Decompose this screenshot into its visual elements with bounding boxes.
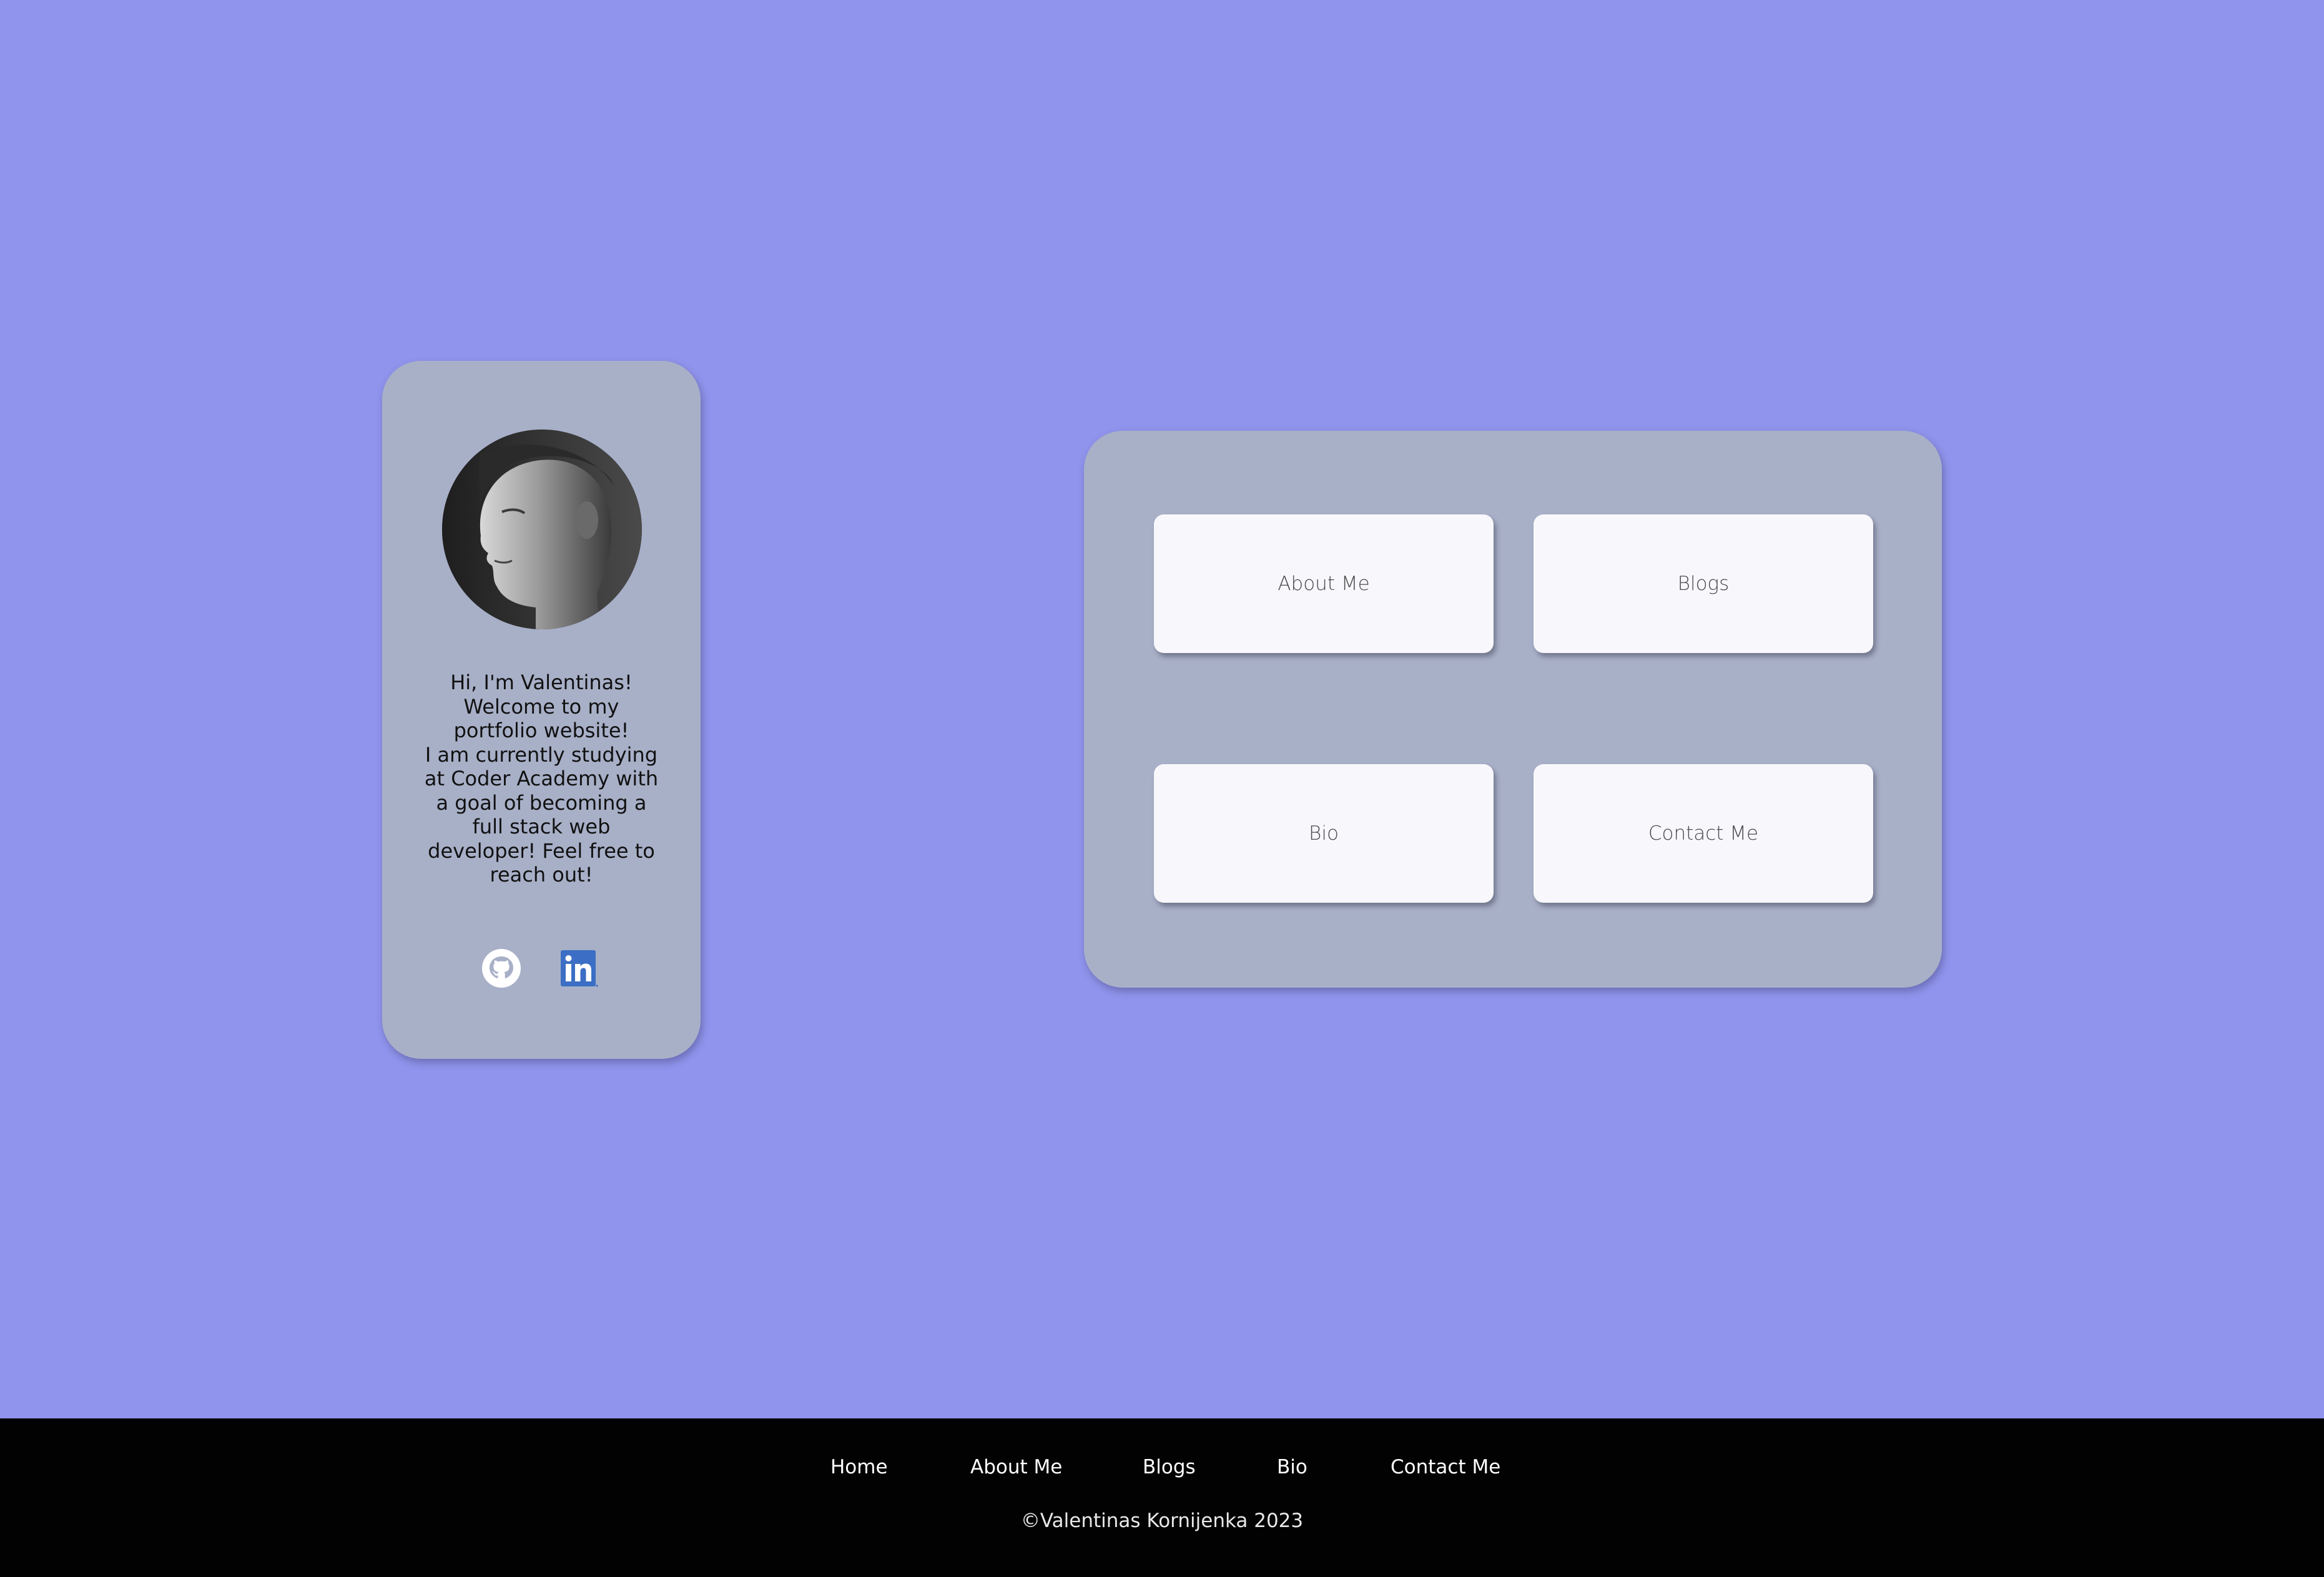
main-area: Hi, I'm Valentinas! Welcome to my portfo… <box>0 0 2324 1418</box>
about-me-card[interactable]: About Me <box>1154 514 1494 653</box>
bio-line: Welcome to my <box>463 694 619 719</box>
footer-link-blogs[interactable]: Blogs <box>1143 1456 1196 1478</box>
linkedin-icon <box>561 950 598 987</box>
bio-line: Hi, I'm Valentinas! <box>450 671 633 694</box>
footer-link-home[interactable]: Home <box>830 1456 888 1478</box>
profile-card: Hi, I'm Valentinas! Welcome to my portfo… <box>382 361 701 1059</box>
bio-line: at Coder Academy with <box>424 767 659 790</box>
profile-photo <box>442 430 642 629</box>
bio-line: I am currently studying <box>425 742 658 767</box>
social-links <box>382 941 701 991</box>
bio-line: developer! Feel free to <box>428 838 655 863</box>
footer-nav: Home About Me Blogs Bio Contact Me <box>0 1456 2324 1487</box>
github-link[interactable] <box>481 948 522 989</box>
linkedin-link[interactable] <box>558 948 599 989</box>
contact-me-card[interactable]: Contact Me <box>1534 764 1873 903</box>
avatar <box>442 430 642 629</box>
footer-link-about-me[interactable]: About Me <box>970 1456 1062 1478</box>
bio-text: Hi, I'm Valentinas! Welcome to my portfo… <box>420 671 663 887</box>
bio-card[interactable]: Bio <box>1154 764 1494 903</box>
nav-panel: About Me Blogs Bio Contact Me <box>1084 431 1942 988</box>
blogs-card[interactable]: Blogs <box>1534 514 1873 653</box>
bio-line: full stack web <box>472 815 611 838</box>
github-icon <box>482 949 521 988</box>
footer-link-contact-me[interactable]: Contact Me <box>1391 1456 1500 1478</box>
copyright: ©Valentinas Kornijenka 2023 <box>1020 1510 1304 1532</box>
footer: Home About Me Blogs Bio Contact Me ©Vale… <box>0 1418 2324 1577</box>
bio-line: a goal of becoming a <box>436 790 647 815</box>
footer-link-bio[interactable]: Bio <box>1277 1456 1307 1478</box>
bio-line: portfolio website! <box>453 719 629 742</box>
bio-line: reach out! <box>490 863 593 887</box>
